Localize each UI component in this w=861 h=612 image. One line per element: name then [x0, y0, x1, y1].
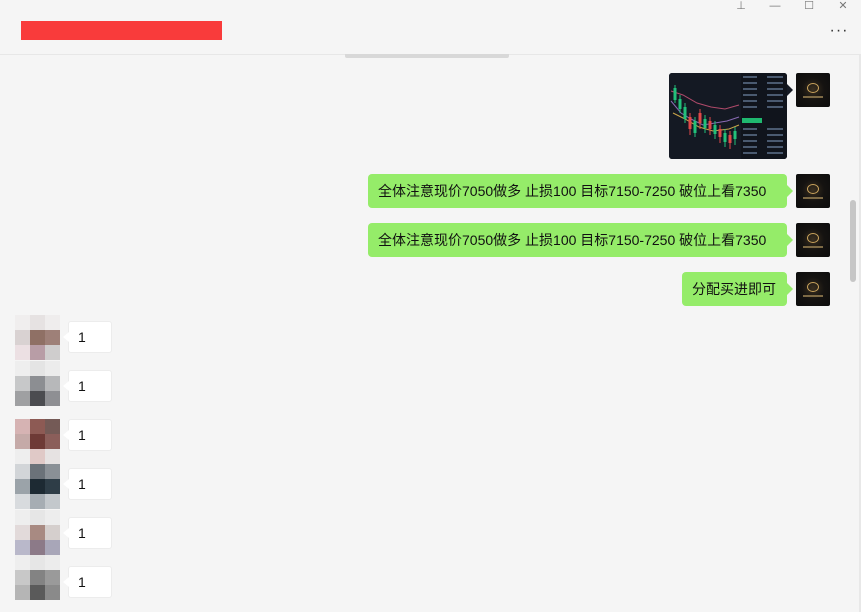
close-button[interactable]: ✕: [832, 0, 854, 14]
pin-icon[interactable]: ⊥: [730, 0, 752, 14]
avatar-pixelated[interactable]: [15, 555, 60, 600]
message-text[interactable]: 1: [63, 468, 112, 500]
brand-logo-icon: [807, 184, 819, 194]
brand-logo-icon: [807, 83, 819, 93]
message-text[interactable]: 1: [63, 419, 112, 451]
candlestick-chart-screenshot-icon: [669, 73, 787, 159]
image-bubble-tail: [787, 84, 793, 96]
message-text[interactable]: 分配买进即可: [682, 272, 793, 306]
brand-logo-icon: [807, 233, 819, 243]
avatar-pixelated[interactable]: [15, 315, 60, 360]
message-text[interactable]: 1: [63, 370, 112, 402]
minimize-button[interactable]: —: [764, 0, 786, 14]
message-image[interactable]: [669, 73, 787, 159]
avatar-pixelated[interactable]: [15, 510, 60, 555]
avatar-self[interactable]: [796, 223, 830, 257]
avatar-self[interactable]: [796, 73, 830, 107]
chat-title-redacted: [21, 21, 222, 40]
more-options-button[interactable]: ···: [827, 22, 851, 42]
avatar-pixelated[interactable]: [15, 361, 60, 406]
message-text[interactable]: 1: [63, 321, 112, 353]
message-text[interactable]: 全体注意现价7050做多 止损100 目标7150-7250 破位上看7350: [368, 174, 793, 208]
brand-logo-icon: [807, 282, 819, 292]
message-text[interactable]: 1: [63, 566, 112, 598]
avatar-pixelated[interactable]: [15, 419, 60, 464]
message-text[interactable]: 1: [63, 517, 112, 549]
avatar-self[interactable]: [796, 272, 830, 306]
chat-scrollbar[interactable]: [850, 200, 856, 282]
title-bar: ⊥ — ☐ ✕ ···: [0, 0, 861, 55]
avatar-pixelated[interactable]: [15, 464, 60, 509]
avatar-self[interactable]: [796, 174, 830, 208]
chat-message-list[interactable]: 全体注意现价7050做多 止损100 目标7150-7250 破位上看7350 …: [0, 55, 848, 612]
message-text[interactable]: 全体注意现价7050做多 止损100 目标7150-7250 破位上看7350: [368, 223, 793, 257]
maximize-button[interactable]: ☐: [798, 0, 820, 14]
